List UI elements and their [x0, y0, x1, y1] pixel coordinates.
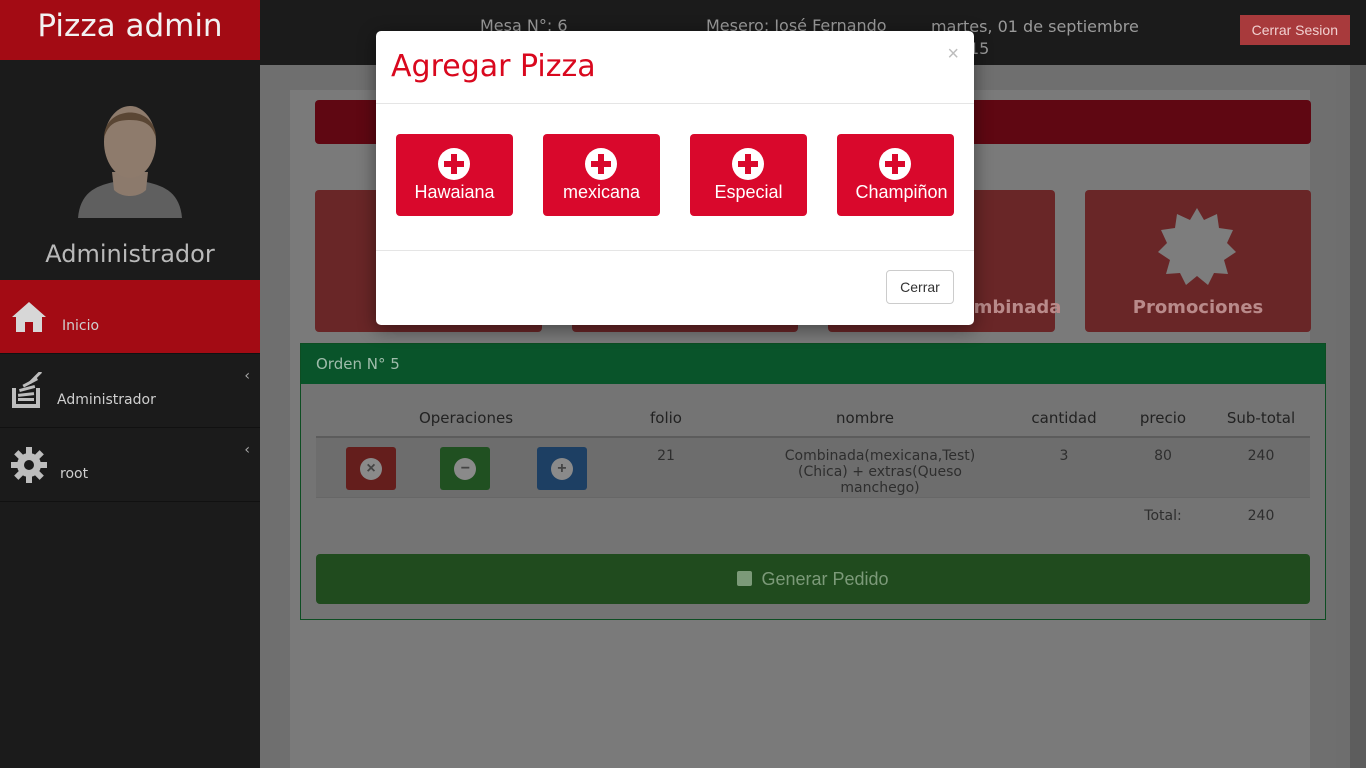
generate-order-label: Generar Pedido [761, 569, 889, 589]
column-header: folio [616, 399, 716, 438]
remove-item-button[interactable]: × [346, 447, 396, 490]
table-header-row: Operaciones folio nombre cantidad precio… [316, 399, 1310, 438]
avatar [78, 106, 182, 218]
add-pizza-modal: Agregar Pizza × Hawaiana mexicana Especi… [376, 31, 974, 325]
decrease-quantity-button[interactable]: − [440, 447, 491, 490]
plus-circle-icon [438, 148, 470, 180]
total-label: Total: [1144, 507, 1182, 524]
pizza-label: Champiñon [855, 182, 948, 202]
plus-circle-icon: + [550, 458, 573, 480]
modal-header: Agregar Pizza × [376, 31, 974, 104]
column-header: nombre [716, 399, 1014, 438]
plus-circle-icon [732, 148, 764, 180]
order-title: Orden N° 5 [301, 344, 1325, 384]
modal-footer: Cerrar [376, 251, 974, 324]
pizza-champinon-button[interactable]: Champiñon [837, 134, 954, 216]
pizza-mexicana-button[interactable]: mexicana [543, 134, 660, 216]
order-panel: Orden N° 5 Operaciones folio nombre cant… [300, 343, 1326, 620]
home-icon [12, 302, 46, 332]
profile-section: Administrador [0, 60, 260, 280]
category-tile-promociones[interactable]: Promociones [1085, 190, 1311, 332]
operations-cell: × − + [316, 437, 616, 498]
column-header: cantidad [1014, 399, 1114, 438]
close-button[interactable]: Cerrar [886, 270, 954, 304]
pizza-hawaiana-button[interactable]: Hawaiana [396, 134, 513, 216]
chevron-left-icon: ‹ [244, 442, 250, 458]
table-row: × − + 21 Combinada(mexicana,Test)(Chica)… [316, 437, 1310, 498]
column-header: precio [1114, 399, 1212, 438]
generate-order-button[interactable]: Generar Pedido [316, 554, 1310, 604]
column-header: Operaciones [316, 399, 616, 438]
pizza-label: Hawaiana [414, 182, 495, 202]
total-row: Total: 240 [316, 497, 1310, 533]
scrollbar[interactable] [1350, 65, 1366, 768]
plus-circle-icon [585, 148, 617, 180]
pizza-label: Especial [714, 182, 783, 202]
app-title: Pizza admin [0, 0, 260, 60]
times-circle-icon: × [360, 458, 382, 480]
pizza-label: mexicana [562, 182, 641, 202]
modal-title: Agregar Pizza [391, 49, 596, 84]
total-value: 240 [1247, 507, 1275, 524]
sidebar-item-inicio[interactable]: Inicio [0, 280, 260, 354]
sidebar: Pizza admin Administrador Inicio Adminis… [0, 0, 260, 768]
plus-circle-icon [879, 148, 911, 180]
gear-icon [11, 447, 47, 483]
sidebar-item-label: Inicio [62, 318, 100, 334]
column-header: Sub-total [1212, 399, 1310, 438]
sidebar-item-administrador[interactable]: Administrador ‹ [0, 354, 260, 428]
modal-body: Hawaiana mexicana Especial Champiñon [376, 104, 974, 251]
profile-name: Administrador [45, 240, 215, 268]
folio-cell: 21 [616, 437, 716, 498]
minus-circle-icon: − [454, 458, 477, 480]
cantidad-cell: 3 [1014, 437, 1114, 498]
tile-label: Promociones [1132, 297, 1264, 318]
increase-quantity-button[interactable]: + [536, 447, 587, 490]
order-table: Operaciones folio nombre cantidad precio… [316, 399, 1310, 533]
badge-icon [1158, 208, 1236, 285]
close-icon[interactable]: × [947, 43, 959, 66]
pizza-especial-button[interactable]: Especial [690, 134, 807, 216]
nombre-cell: Combinada(mexicana,Test)(Chica) + extras… [716, 437, 1014, 498]
sidebar-item-root[interactable]: root ‹ [0, 428, 260, 502]
stack-icon [12, 372, 43, 408]
sidebar-item-label: root [60, 466, 89, 482]
chevron-left-icon: ‹ [244, 368, 250, 384]
check-square-icon [737, 571, 753, 586]
sidebar-item-label: Administrador [57, 392, 156, 408]
precio-cell: 80 [1114, 437, 1212, 498]
subtotal-cell: 240 [1212, 437, 1310, 498]
logout-button[interactable]: Cerrar Sesion [1239, 15, 1350, 45]
